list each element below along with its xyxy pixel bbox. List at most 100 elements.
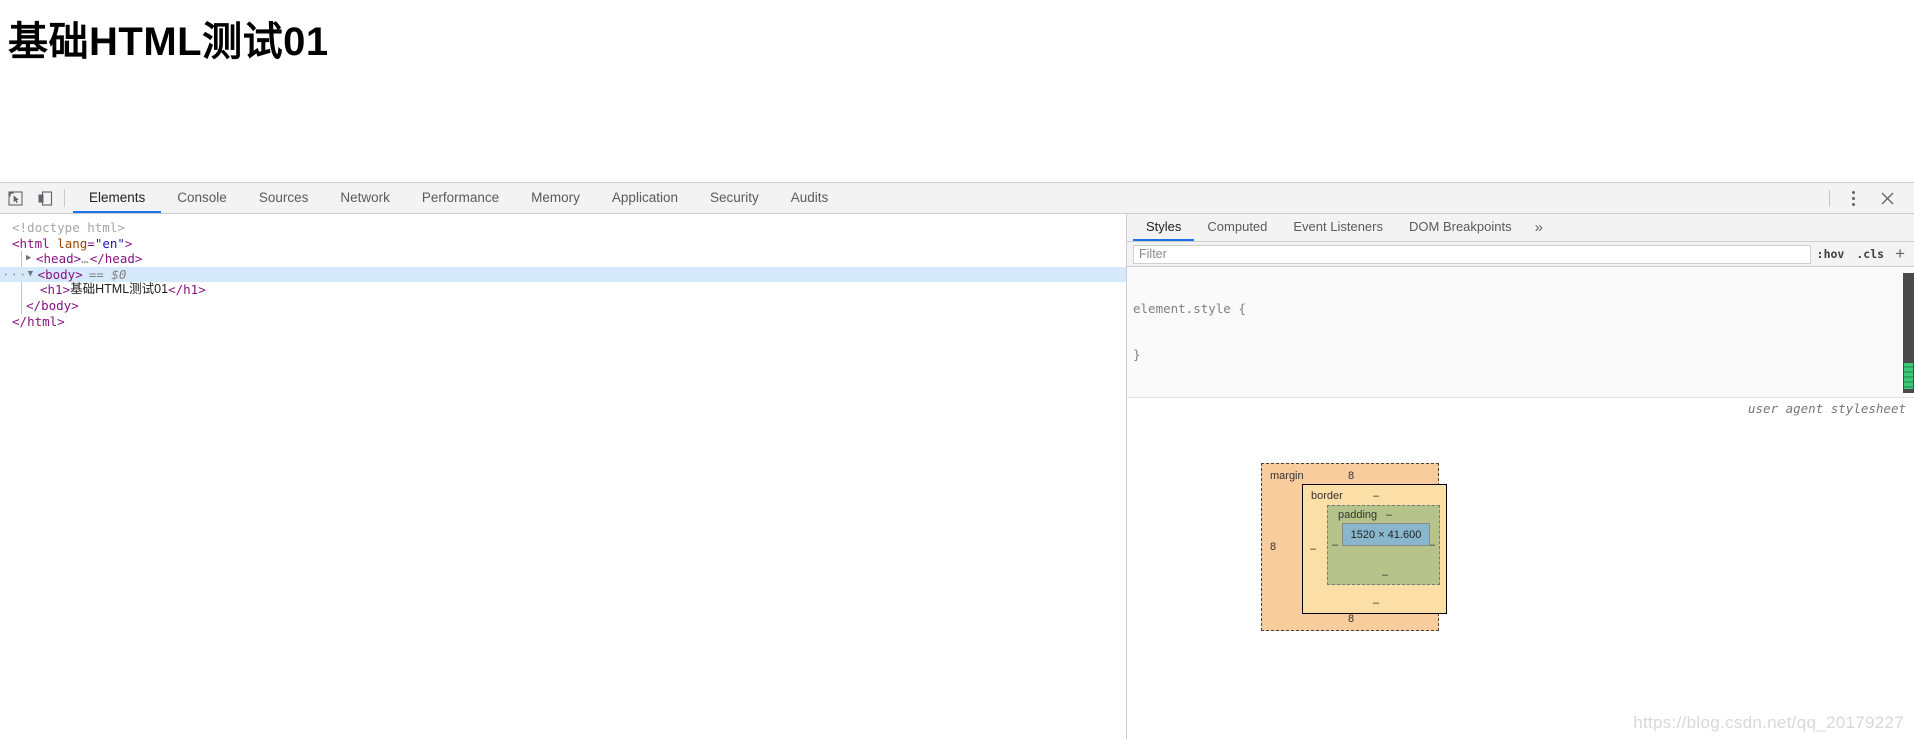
rule-close-brace: } — [1133, 347, 1141, 363]
border-top-value[interactable]: – — [1373, 490, 1379, 502]
styles-filter-row: :hov .cls + — [1127, 242, 1914, 267]
margin-top-value[interactable]: 8 — [1348, 470, 1354, 482]
html-close-tag-name: html — [27, 313, 58, 329]
margin-left-value[interactable]: 8 — [1270, 541, 1276, 553]
rule-element-style[interactable]: element.style { } — [1127, 267, 1914, 399]
h1-close-gt: > — [198, 282, 206, 298]
rule-selector: element.style { — [1133, 300, 1246, 316]
devtools-panel: Elements Console Sources Network Perform… — [0, 182, 1914, 739]
dom-row-doctype[interactable]: <!doctype html> — [0, 220, 1126, 236]
head-open-bracket: < — [36, 251, 44, 267]
rule-origin: user agent stylesheet — [1747, 401, 1906, 417]
dom-row-html-open[interactable]: < html lang = "en" > — [0, 236, 1126, 252]
tab-application[interactable]: Application — [596, 183, 694, 213]
padding-left-value[interactable]: – — [1332, 539, 1338, 551]
h1-tag-name: h1 — [47, 282, 63, 298]
html-close-bracket: > — [124, 235, 133, 251]
box-model-content-box[interactable]: 1520 × 41.600 — [1342, 523, 1430, 546]
chevron-down-icon[interactable] — [28, 270, 38, 279]
margin-label: margin — [1270, 470, 1304, 482]
styles-scrollbar[interactable] — [1903, 273, 1914, 393]
device-toolbar-icon[interactable] — [30, 183, 60, 213]
head-close: </ — [89, 251, 105, 267]
tab-computed[interactable]: Computed — [1194, 214, 1280, 241]
body-overflow-dots[interactable]: ··· — [2, 267, 28, 283]
devtools-main: <!doctype html> <html lang="en"> <head>…… — [0, 214, 1914, 739]
html-attr-value: "en" — [94, 235, 125, 251]
head-ellipsis: … — [81, 251, 90, 267]
close-icon[interactable] — [1872, 185, 1902, 211]
hov-toggle-button[interactable]: :hov — [1811, 247, 1851, 261]
watermark-text: https://blog.csdn.net/qq_20179227 — [1633, 713, 1904, 732]
inspect-element-icon[interactable] — [0, 183, 30, 213]
tab-styles[interactable]: Styles — [1133, 214, 1195, 241]
body-open-bracket: < — [37, 266, 46, 282]
tab-dom-breakpoints[interactable]: DOM Breakpoints — [1396, 214, 1525, 241]
dom-row-body-selected[interactable]: ··· <body> == $0 — [0, 266, 1126, 283]
tab-memory[interactable]: Memory — [515, 183, 596, 213]
html-open-bracket: < — [12, 235, 20, 251]
devtools-toolbar: Elements Console Sources Network Perform… — [0, 183, 1914, 214]
html-space — [50, 236, 58, 252]
rule-body-ua[interactable]: user agent stylesheet body { display: bl… — [1127, 398, 1914, 449]
tab-network[interactable]: Network — [324, 183, 406, 213]
html-attr-name: lang — [57, 235, 88, 251]
body-tag-name: body — [45, 266, 76, 282]
margin-bottom-value[interactable]: 8 — [1348, 613, 1354, 625]
cls-toggle-button[interactable]: .cls — [1850, 247, 1890, 261]
chevron-right-icon[interactable] — [26, 254, 36, 263]
head-gt: > — [73, 251, 82, 267]
head-close-tag-name: head — [104, 251, 135, 267]
filter-input[interactable] — [1133, 244, 1811, 264]
box-model-margin-box[interactable]: margin 8 8 8 8 border – – – – padding – — [1261, 463, 1447, 631]
tab-elements[interactable]: Elements — [73, 183, 162, 213]
dom-row-html-close[interactable]: </html > — [0, 314, 1126, 330]
styles-tab-bar: Styles Computed Event Listeners DOM Brea… — [1127, 214, 1914, 242]
box-model-padding-box[interactable]: padding – – – – 1520 × 41.600 — [1327, 505, 1440, 585]
styles-sidebar: Styles Computed Event Listeners DOM Brea… — [1127, 214, 1914, 739]
toolbar-divider-right — [1829, 189, 1830, 207]
box-model-border-box[interactable]: border – – – – padding – – – – 1520 × 41… — [1302, 484, 1447, 614]
html-attr-eq: = — [87, 235, 95, 251]
padding-bottom-value[interactable]: – — [1382, 569, 1388, 581]
chevron-double-right-icon[interactable]: » — [1525, 214, 1553, 241]
scrollbar-thumb[interactable] — [1904, 363, 1913, 389]
h1-text-node: 基础HTML测试01 — [70, 282, 169, 297]
tab-audits[interactable]: Audits — [775, 183, 845, 213]
doctype-text: <!doctype html> — [12, 220, 125, 235]
body-gt: > — [75, 266, 83, 282]
new-style-rule-button[interactable]: + — [1890, 245, 1910, 264]
body-selected-marker: == $0 — [88, 266, 127, 282]
border-left-value[interactable]: – — [1310, 543, 1316, 555]
h1-close: </ — [168, 282, 184, 298]
more-options-icon[interactable] — [1840, 185, 1866, 211]
border-bottom-value[interactable]: – — [1373, 597, 1379, 609]
padding-label: padding — [1338, 509, 1378, 521]
css-rules-list: element.style { } user agent stylesheet … — [1127, 267, 1914, 449]
head-close-gt: > — [134, 251, 143, 267]
tab-event-listeners[interactable]: Event Listeners — [1280, 214, 1396, 241]
padding-top-value[interactable]: – — [1386, 509, 1392, 521]
rendered-page-viewport: 基础HTML测试01 — [0, 0, 1914, 182]
border-label: border — [1311, 490, 1343, 502]
toolbar-right-controls — [1825, 183, 1914, 213]
html-close-lt: </ — [12, 313, 28, 329]
tab-security[interactable]: Security — [694, 183, 775, 213]
body-close-tag-name: body — [41, 297, 72, 313]
html-close-gt: > — [57, 313, 65, 329]
dom-tree-pane[interactable]: <!doctype html> <html lang="en"> <head>…… — [0, 214, 1127, 739]
head-tag-name: head — [43, 251, 74, 267]
body-close-gt: > — [71, 297, 79, 313]
dom-row-h1[interactable]: < h1 > 基础HTML测试01 </h1 > — [0, 282, 1126, 298]
tab-console[interactable]: Console — [161, 183, 243, 213]
tab-performance[interactable]: Performance — [406, 183, 515, 213]
body-close-lt: </ — [26, 297, 42, 313]
h1-open-bracket: < — [40, 282, 48, 298]
html-tag-name: html — [19, 235, 50, 251]
dom-row-body-close[interactable]: </body > — [0, 297, 1126, 314]
tab-sources[interactable]: Sources — [243, 183, 325, 213]
dom-row-head[interactable]: <head>…</head> — [0, 251, 1126, 267]
toolbar-divider — [64, 189, 65, 207]
h1-gt: > — [62, 282, 71, 298]
devtools-tab-bar: Elements Console Sources Network Perform… — [73, 183, 1825, 213]
